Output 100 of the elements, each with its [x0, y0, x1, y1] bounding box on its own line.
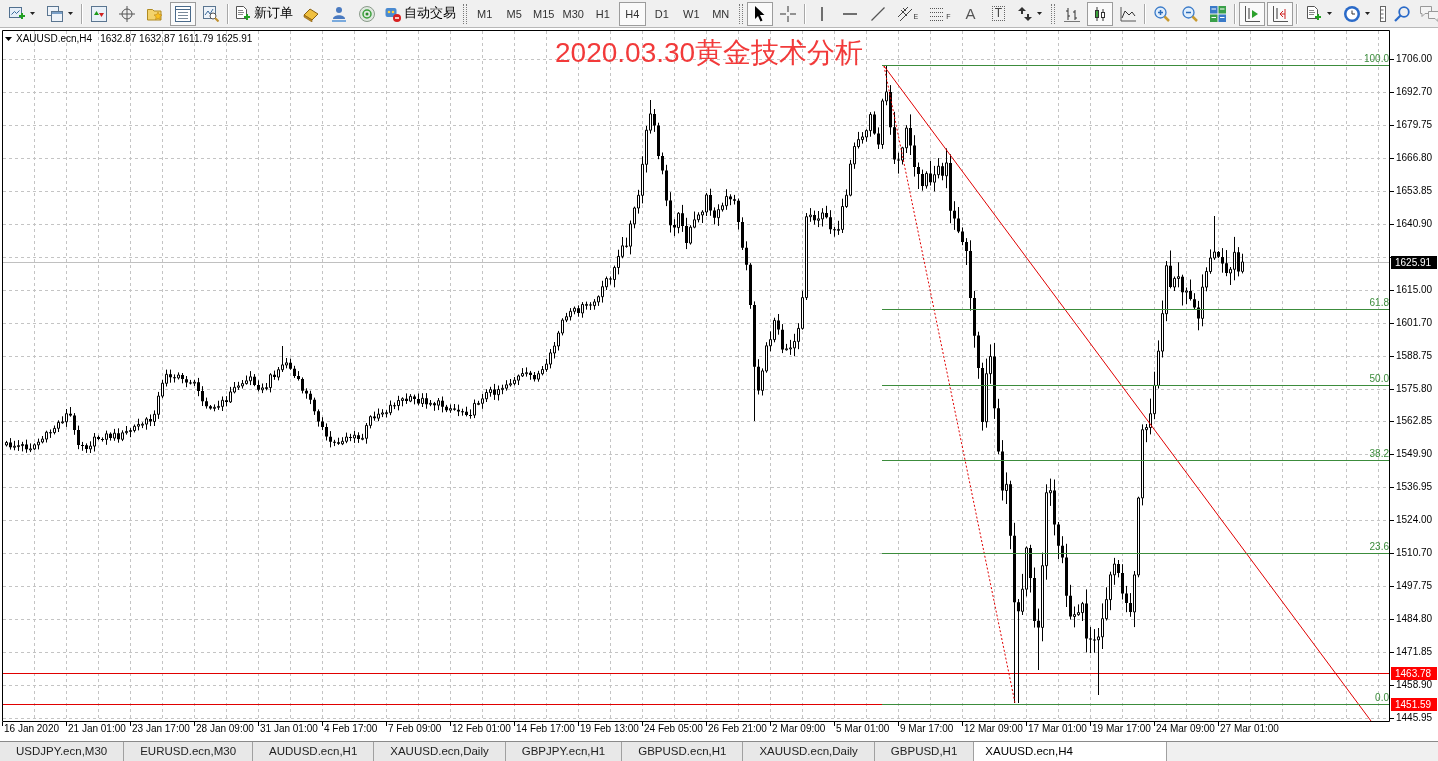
timeframe-button[interactable]: M15 [530, 1, 558, 26]
toolbar-button[interactable]: 新订单 [232, 1, 296, 26]
time-axis-label: 12 Mar 09:00 [964, 723, 1023, 735]
chart-tab[interactable]: GBPUSD,H1 [874, 742, 975, 761]
tile-windows-icon [1210, 5, 1227, 22]
toolbar-button[interactable]: 自动交易 [382, 1, 459, 26]
timeframe-button[interactable]: H4 [618, 1, 646, 26]
chart-title: 2020.03.30黄金技术分析 [555, 36, 864, 70]
time-axis-label: 12 Feb 01:00 [452, 723, 511, 735]
fibonacci-level-label: 38.2 [1369, 448, 1389, 460]
vertical-line-icon [820, 6, 823, 21]
price-axis-label: 1640.90 [1396, 217, 1433, 230]
time-axis-label: 24 Feb 05:00 [644, 723, 703, 735]
arrows-window-icon [91, 5, 107, 22]
text-tool-button[interactable]: A [957, 1, 984, 26]
price-axis-label: 1549.90 [1396, 448, 1433, 461]
bar-chart-icon [1064, 5, 1081, 22]
time-axis-label: 26 Feb 21:00 [708, 723, 767, 735]
clock-icon [1344, 5, 1361, 22]
price-axis-label: 1679.75 [1396, 118, 1433, 131]
time-axis-label: 24 Mar 09:00 [1156, 723, 1215, 735]
fibonacci-level-label: 23.6 [1369, 541, 1389, 553]
time-axis-label: 7 Feb 09:00 [388, 723, 442, 735]
timeframe-button[interactable]: M5 [500, 1, 528, 26]
price-axis-label: 1575.80 [1396, 382, 1433, 395]
time-axis-label: 4 Feb 17:00 [324, 723, 378, 735]
ohlc-values: 1632.87 1632.87 1611.79 1625.91 [100, 33, 253, 45]
horizontal-line-icon [842, 12, 857, 15]
caret-icon[interactable] [5, 37, 12, 41]
chart-tab[interactable]: GBPUSD.ecn,H1 [622, 742, 744, 761]
toolbar-button[interactable] [1239, 1, 1266, 26]
line-chart-icon [1120, 5, 1137, 22]
price-axis-label: 1497.75 [1396, 580, 1433, 593]
price-axis-label: 1471.85 [1396, 646, 1433, 659]
fibonacci-level-label: 0.0 [1375, 692, 1389, 704]
chart-shift-icon [1272, 5, 1289, 22]
price-axis-label: 1601.70 [1396, 316, 1433, 329]
price-axis-label: 1666.80 [1396, 151, 1433, 164]
price-axis-label: 1510.70 [1396, 547, 1433, 560]
toolbar-button[interactable] [1087, 1, 1114, 26]
text-tool-button[interactable]: T [985, 1, 1012, 26]
price-marker: 1451.59 [1391, 698, 1437, 711]
crosshair-icon [779, 5, 796, 22]
fibonacci-level-label: 50.0 [1369, 373, 1389, 385]
zoom-out-icon [1182, 5, 1199, 22]
price-axis-label: 1692.70 [1396, 85, 1433, 98]
document-plus-icon [1306, 5, 1323, 22]
timeframe-button[interactable]: H1 [589, 1, 617, 26]
price-axis-label: 1562.85 [1396, 415, 1433, 428]
fibonacci-level-label: 61.8 [1369, 297, 1389, 309]
auto-scroll-icon [1244, 5, 1261, 22]
chart-tab[interactable]: XAUUSD.ecn,Daily [374, 742, 506, 761]
chart-tab[interactable]: XAUUSD.ecn,H4 [974, 742, 1168, 761]
price-axis-label: 1588.75 [1396, 349, 1433, 362]
price-marker: 1625.91 [1391, 256, 1437, 269]
price-axis-label: 1653.85 [1396, 184, 1433, 197]
time-axis-label: 19 Feb 13:00 [580, 723, 639, 735]
toolbar-button[interactable] [746, 1, 773, 26]
chart-tab[interactable]: XAUUSD.ecn,Daily [743, 742, 875, 761]
toolbar-grip[interactable] [738, 3, 743, 24]
fibonacci-icon [930, 6, 945, 21]
timeframe-button[interactable]: W1 [677, 1, 705, 26]
time-axis-label: 17 Mar 01:00 [1028, 723, 1087, 735]
timeframe-button[interactable]: M30 [559, 1, 587, 26]
cursor-icon [753, 5, 766, 22]
time-axis-label: 21 Jan 01:00 [68, 723, 126, 735]
timeframe-button[interactable]: MN [707, 1, 735, 26]
toolbar-grip[interactable] [1051, 3, 1056, 24]
channel-icon [897, 6, 912, 21]
fibonacci-level-label: 100.0 [1363, 53, 1389, 65]
user-icon [331, 5, 347, 22]
chart-tab[interactable]: AUDUSD.ecn,H1 [253, 742, 375, 761]
arrows-icon [1018, 6, 1033, 21]
toolbar-grip[interactable] [463, 3, 467, 24]
document-plus-icon [235, 5, 251, 22]
time-axis-label: 19 Mar 17:00 [1092, 723, 1151, 735]
price-axis-label: 1458.90 [1396, 679, 1433, 692]
toolbar-button[interactable] [1267, 1, 1294, 26]
time-axis-label: 14 Feb 17:00 [516, 723, 575, 735]
chart-magnifier-icon [203, 5, 219, 22]
search-icon [1394, 5, 1411, 22]
time-axis-label: 16 Jan 2020 [4, 723, 60, 735]
time-axis-label: 28 Jan 09:00 [196, 723, 254, 735]
target-icon [119, 5, 135, 22]
diagonal-line-icon [870, 6, 885, 21]
chart-tab[interactable]: GBPJPY.ecn,H1 [505, 742, 623, 761]
chart-tab[interactable]: EURUSD.ecn,M30 [124, 742, 254, 761]
time-axis-label: 27 Mar 01:00 [1220, 723, 1279, 735]
ruler-icon [1380, 5, 1387, 22]
windows-icon [47, 5, 63, 22]
timeframe-button[interactable]: M1 [471, 1, 499, 26]
time-axis-label: 31 Jan 01:00 [260, 723, 318, 735]
timeframe-button[interactable]: D1 [648, 1, 676, 26]
price-axis-label: 1524.00 [1396, 514, 1433, 527]
price-axis-label: 1706.00 [1396, 53, 1433, 65]
price-axis-label: 1484.80 [1396, 613, 1433, 626]
time-axis-label: 23 Jan 17:00 [132, 723, 190, 735]
time-axis-label: 5 Mar 01:00 [836, 723, 890, 735]
chart-tab[interactable]: USDJPY.ecn,M30 [0, 742, 125, 761]
zoom-in-icon [1154, 5, 1171, 22]
